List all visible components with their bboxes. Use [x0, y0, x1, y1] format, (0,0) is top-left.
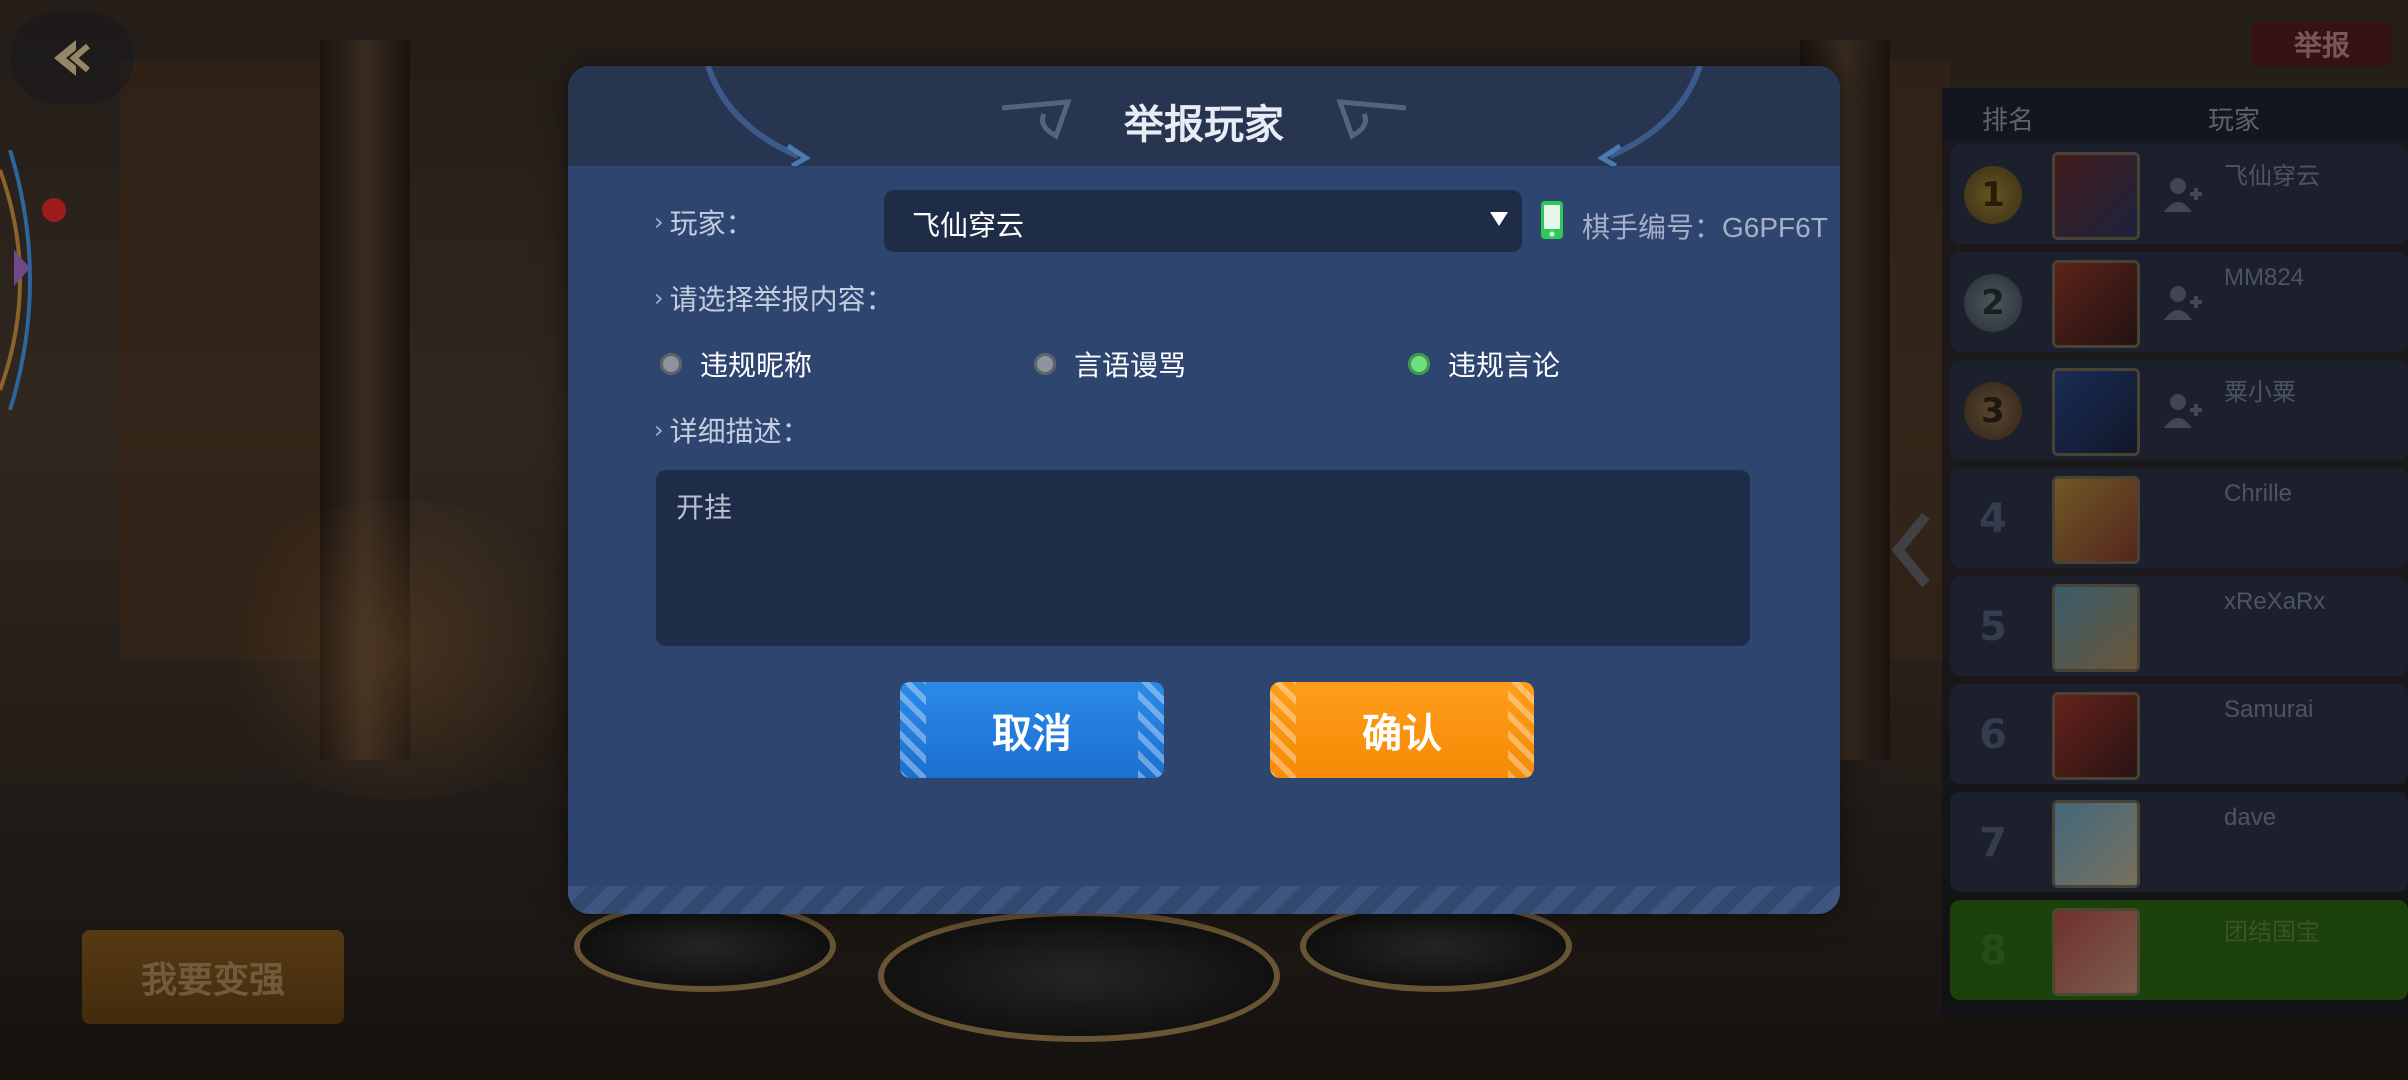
phone-icon: [1541, 201, 1563, 239]
radio-label: 违规昵称: [700, 349, 813, 382]
cancel-button-label: 取消: [992, 711, 1072, 757]
player-dropdown-value: 飞仙穿云: [912, 209, 1025, 242]
dialog-header: 举报玩家: [568, 66, 1840, 166]
chevron-right-icon: ›: [654, 416, 664, 444]
report-content-label-text: 请选择举报内容：: [669, 283, 894, 316]
confirm-button[interactable]: 确认: [1270, 682, 1534, 778]
player-label: › 玩家：: [654, 202, 754, 242]
detail-textarea[interactable]: 开挂: [656, 470, 1750, 646]
detail-label-text: 详细描述：: [669, 415, 810, 448]
radio-verbal-abuse[interactable]: 言语谩骂: [1034, 344, 1186, 384]
radio-illegal-speech[interactable]: 违规言论: [1408, 344, 1560, 384]
report-player-dialog: 举报玩家 › 玩家： 飞仙穿云 棋手编号：G6PF6T › 请选择举报内容： 违…: [568, 66, 1840, 914]
radio-label: 违规言论: [1448, 349, 1561, 382]
detail-label: › 详细描述：: [654, 410, 810, 450]
radio-label: 言语谩骂: [1074, 349, 1187, 382]
chevron-down-icon: [1490, 212, 1508, 226]
player-id-text: 棋手编号：G6PF6T: [1582, 212, 1828, 243]
chevron-right-icon: ›: [654, 208, 664, 236]
radio-dot-icon: [1034, 353, 1056, 375]
radio-dot-icon: [660, 353, 682, 375]
dialog-title: 举报玩家: [1124, 102, 1284, 148]
report-content-label: › 请选择举报内容：: [654, 278, 894, 318]
player-label-text: 玩家：: [669, 207, 754, 240]
confirm-button-label: 确认: [1362, 711, 1442, 757]
dialog-footer-decoration: [568, 886, 1840, 914]
radio-dot-selected-icon: [1408, 353, 1430, 375]
cancel-button[interactable]: 取消: [900, 682, 1164, 778]
detail-textarea-value: 开挂: [676, 491, 733, 524]
player-dropdown[interactable]: 飞仙穿云: [884, 190, 1522, 252]
chevron-right-icon: ›: [654, 284, 664, 312]
radio-illegal-nickname[interactable]: 违规昵称: [660, 344, 812, 384]
